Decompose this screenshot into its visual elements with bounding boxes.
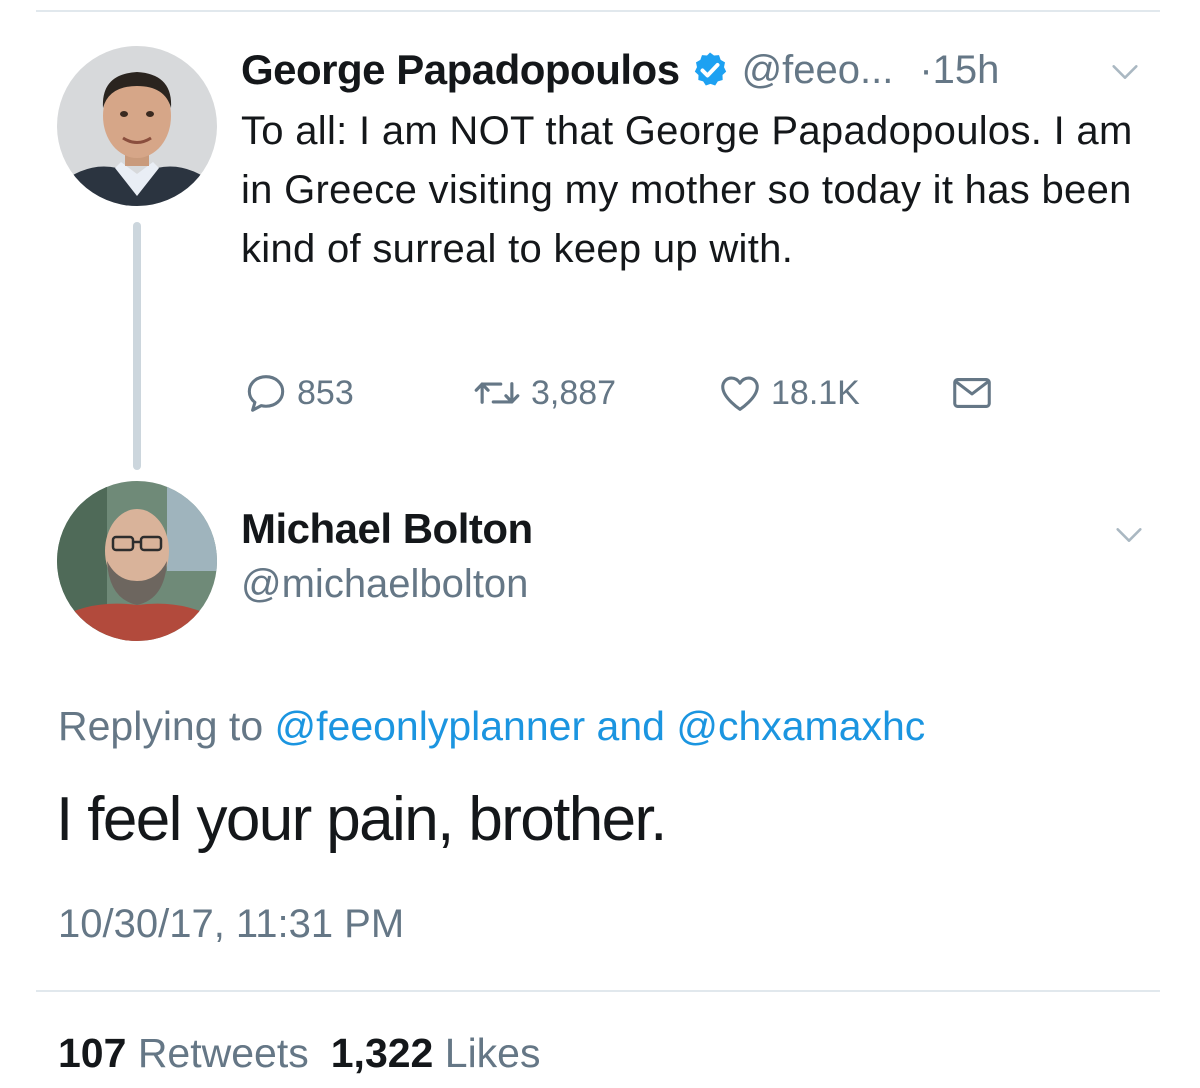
parent-author-avatar[interactable]: [57, 46, 217, 206]
parent-author-name[interactable]: George Papadopoulos: [241, 46, 680, 94]
parent-author-handle[interactable]: @feeo...: [742, 48, 894, 93]
parent-avatar-image: [57, 46, 217, 206]
replying-to-prefix: Replying to: [58, 703, 275, 749]
parent-tweet-header: George Papadopoulos @feeo... ·15h: [241, 40, 1161, 100]
chevron-down-icon[interactable]: [1112, 518, 1146, 552]
like-label: Likes: [444, 1030, 541, 1076]
verified-badge-icon: [694, 52, 726, 86]
like-count: 18.1K: [771, 373, 860, 412]
retweet-count: 3,887: [531, 373, 617, 412]
mention-link-feeonlyplanner[interactable]: @feeonlyplanner: [275, 703, 586, 749]
thread-connector-line: [133, 222, 141, 470]
mention-link-chxamaxhc[interactable]: @chxamaxhc: [676, 703, 925, 749]
chevron-down-icon[interactable]: [1108, 55, 1142, 89]
parent-tweet-time[interactable]: ·15h: [919, 48, 999, 93]
parent-tweet-text: To all: I am NOT that George Papadopoulo…: [241, 109, 1133, 271]
reply-count: 853: [297, 373, 354, 412]
direct-message-button[interactable]: [949, 368, 995, 418]
retweet-total: 107: [58, 1030, 127, 1076]
like-total: 1,322: [330, 1030, 434, 1076]
like-button[interactable]: 18.1K: [717, 368, 860, 418]
retweet-label: Retweets: [137, 1030, 309, 1076]
reply-author-name[interactable]: Michael Bolton: [241, 505, 533, 553]
retweets-stat[interactable]: 107 Retweets: [58, 1030, 309, 1076]
retweet-icon: [474, 382, 520, 404]
reply-tweet-text: I feel your pain, brother.: [56, 785, 667, 854]
replying-to-line: Replying to @feeonlyplanner and @chxamax…: [58, 703, 925, 750]
reply-button[interactable]: 853: [243, 368, 354, 418]
heart-icon: [721, 376, 759, 411]
likes-stat[interactable]: 1,322 Likes: [331, 1030, 541, 1076]
reply-timestamp[interactable]: 10/30/17, 11:31 PM: [58, 902, 404, 947]
retweet-button[interactable]: 3,887: [471, 368, 616, 418]
top-divider: [36, 10, 1160, 12]
reply-avatar-image: [57, 481, 217, 641]
stats-divider: [36, 990, 1160, 992]
reply-author-handle[interactable]: @michaelbolton: [241, 562, 528, 607]
reply-author-avatar[interactable]: [57, 481, 217, 641]
direct-message-icon: [953, 378, 991, 408]
reply-icon: [247, 375, 285, 412]
parent-tweet-actions: 853 3,887 18.1K: [243, 368, 1043, 418]
replying-and-text: and: [585, 703, 677, 749]
engagement-stats: 107 Retweets 1,322 Likes: [58, 1030, 540, 1077]
